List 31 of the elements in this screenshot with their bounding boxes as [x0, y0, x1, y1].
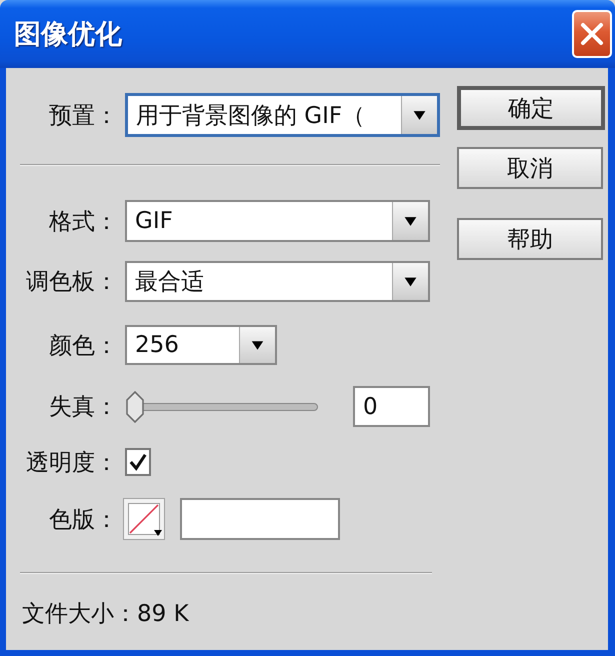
close-button[interactable]	[572, 10, 612, 58]
dither-value-field[interactable]: 0	[353, 386, 430, 427]
dither-label: 失真：	[48, 393, 118, 422]
colors-dropdown[interactable]: 256	[125, 325, 277, 365]
no-color-icon	[128, 503, 160, 535]
caret-icon	[154, 530, 162, 536]
caret-icon	[392, 202, 428, 240]
format-label: 格式：	[48, 208, 118, 236]
transparency-label: 透明度：	[25, 448, 118, 478]
palette-label: 调色板：	[25, 268, 118, 297]
colors-label: 颜色：	[48, 332, 118, 360]
palette-dropdown[interactable]: 最合适	[125, 261, 430, 302]
close-icon	[580, 22, 604, 46]
file-size-text: 文件大小：89 K	[21, 600, 190, 628]
window-title: 图像优化	[14, 18, 122, 52]
matte-swatch-button[interactable]	[123, 498, 165, 540]
caret-icon	[239, 327, 275, 363]
format-dropdown[interactable]: GIF	[125, 200, 430, 242]
caret-icon	[401, 96, 437, 134]
help-button[interactable]: 帮助	[457, 218, 603, 260]
ok-button[interactable]: 确定	[457, 86, 605, 130]
preset-dropdown[interactable]: 用于背景图像的 GIF（	[125, 93, 440, 137]
matte-color-field[interactable]	[180, 498, 340, 540]
slider-thumb[interactable]	[125, 390, 145, 422]
caret-icon	[392, 263, 428, 300]
check-icon	[129, 453, 147, 471]
cancel-button[interactable]: 取消	[457, 147, 603, 189]
dither-slider[interactable]	[125, 390, 318, 422]
transparency-checkbox[interactable]	[125, 448, 151, 476]
matte-label: 色版：	[48, 506, 118, 534]
preset-label: 预置：	[48, 102, 118, 130]
